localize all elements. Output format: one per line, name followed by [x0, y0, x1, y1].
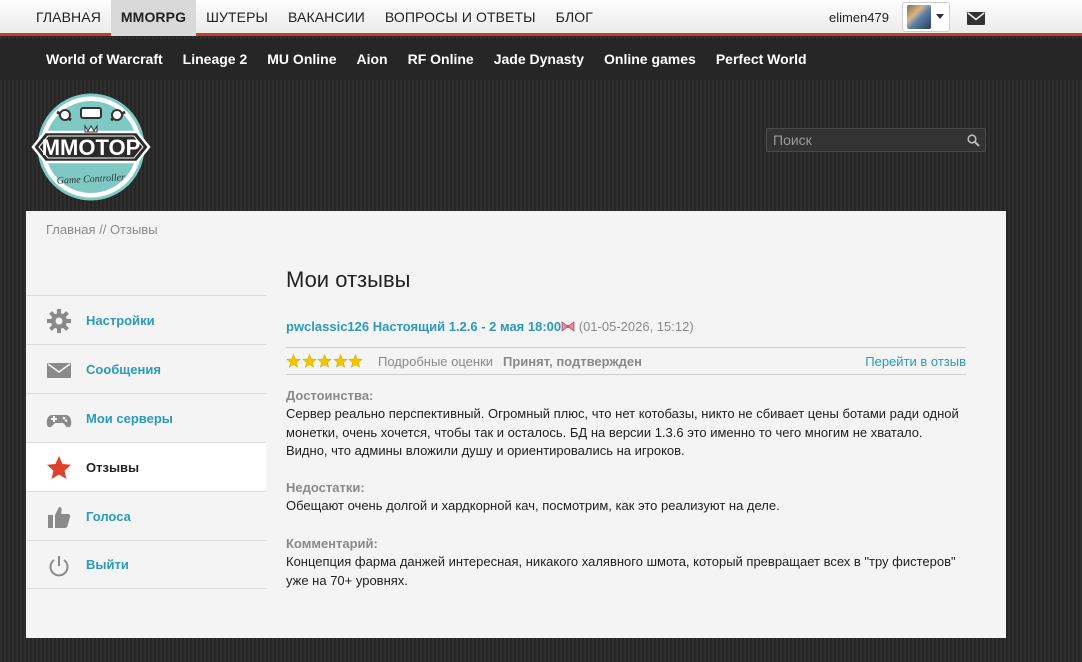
pros-text: Сервер реально перспективный. Огромный п… — [286, 406, 959, 458]
gear-icon — [47, 309, 71, 333]
subnav-item-lineage2[interactable]: Lineage 2 — [173, 39, 258, 80]
rating-star-icon — [348, 354, 363, 368]
comment-section: Комментарий: Концепция фарма данжей инте… — [286, 535, 966, 590]
pros-title: Достоинства: — [286, 388, 374, 403]
review-meta-row: Подробные оценки Принят, подтвержден Пер… — [286, 347, 966, 375]
mail-icon[interactable] — [967, 12, 985, 25]
rating-star-icon — [301, 354, 317, 368]
envelope-icon — [47, 363, 71, 378]
power-icon — [49, 556, 69, 577]
nav-item-home[interactable]: ГЛАВНАЯ — [26, 0, 111, 36]
sidebar-item-my-servers[interactable]: Мои серверы — [26, 393, 266, 442]
search-input[interactable] — [767, 129, 957, 151]
sidebar-item-messages[interactable]: Сообщения — [26, 344, 266, 393]
sidebar-item-label: Голоса — [86, 508, 131, 524]
subnav-item-mu-online[interactable]: MU Online — [257, 39, 346, 80]
main-panel: Главная // Отзывы Настройки Сообщения Мо… — [26, 211, 1006, 638]
sidebar-item-label: Отзывы — [86, 459, 140, 475]
sidebar-item-reviews[interactable]: Отзывы — [26, 442, 266, 491]
breadcrumb-separator: // — [95, 222, 110, 237]
subnav-item-jade-dynasty[interactable]: Jade Dynasty — [484, 39, 594, 80]
comment-title: Комментарий: — [286, 536, 378, 551]
games-menu: World of Warcraft Lineage 2 MU Online Ai… — [36, 39, 817, 80]
rating-star-icon — [332, 354, 348, 368]
sidebar-item-settings[interactable]: Настройки — [26, 295, 266, 344]
user-menu-button[interactable] — [902, 2, 950, 32]
rating-stars — [286, 354, 364, 368]
subnav-item-online-games[interactable]: Online games — [594, 39, 706, 80]
status-badge: Принят, подтвержден — [503, 354, 642, 369]
site-logo[interactable]: MMOTOP Game Controller — [27, 90, 155, 202]
breadcrumb: Главная // Отзывы — [46, 222, 158, 237]
subnav-item-rf-online[interactable]: RF Online — [398, 39, 484, 80]
rating-star-icon — [286, 354, 301, 368]
profile-sidebar: Настройки Сообщения Мои серверы Отзывы Г… — [26, 295, 266, 589]
sidebar-item-votes[interactable]: Голоса — [26, 491, 266, 540]
nav-item-vacancies[interactable]: ВАКАНСИИ — [278, 0, 375, 36]
games-navigation-bar: World of Warcraft Lineage 2 MU Online Ai… — [0, 39, 1082, 80]
review-server-link[interactable]: pwclassic126 Настоящий 1.2.6 - 2 мая 18:… — [286, 319, 575, 334]
main-menu: ГЛАВНАЯ MMORPG ШУТЕРЫ ВАКАНСИИ ВОПРОСЫ И… — [26, 0, 603, 36]
top-navigation-bar: ГЛАВНАЯ MMORPG ШУТЕРЫ ВАКАНСИИ ВОПРОСЫ И… — [0, 0, 1082, 36]
nav-item-faq[interactable]: ВОПРОСЫ И ОТВЕТЫ — [375, 0, 546, 36]
page-title: Мои отзывы — [286, 267, 411, 292]
username-label[interactable]: elimen479 — [829, 0, 889, 36]
subnav-item-perfect-world[interactable]: Perfect World — [706, 39, 817, 80]
logo-text: MMOTOP — [42, 135, 141, 160]
cons-title: Недостатки: — [286, 480, 365, 495]
go-to-review-link[interactable]: Перейти в отзыв — [865, 354, 966, 369]
search-icon[interactable] — [967, 134, 980, 147]
caret-down-icon — [936, 14, 944, 19]
review-server-link-text: pwclassic126 Настоящий 1.2.6 - 2 мая 18:… — [286, 319, 562, 334]
subnav-item-aion[interactable]: Aion — [347, 39, 398, 80]
pros-section: Достоинства: Сервер реально перспективны… — [286, 387, 966, 461]
search-box — [766, 128, 986, 152]
sidebar-item-label: Выйти — [86, 557, 129, 572]
breadcrumb-home[interactable]: Главная — [46, 222, 95, 237]
cons-section: Недостатки: Обещают очень долгой и хардк… — [286, 479, 966, 516]
breadcrumb-current: Отзывы — [109, 222, 158, 237]
subnav-item-wow[interactable]: World of Warcraft — [36, 39, 173, 80]
review-header: pwclassic126 Настоящий 1.2.6 - 2 мая 18:… — [286, 319, 694, 334]
bow-icon — [561, 321, 575, 332]
review-date: (01-05-2026, 15:12) — [578, 319, 694, 334]
comment-text: Концепция фарма данжей интересная, никак… — [286, 554, 956, 588]
sidebar-item-label: Настройки — [86, 312, 155, 328]
nav-item-shooters[interactable]: ШУТЕРЫ — [196, 0, 278, 36]
sidebar-item-logout[interactable]: Выйти — [26, 540, 266, 589]
gamepad-icon — [46, 415, 72, 428]
avatar — [907, 5, 931, 29]
sidebar-item-label: Сообщения — [86, 361, 161, 377]
sidebar-item-label: Мои серверы — [86, 410, 173, 426]
nav-item-mmorpg[interactable]: MMORPG — [110, 0, 197, 36]
thumbs-up-icon — [48, 507, 71, 528]
nav-item-blog[interactable]: БЛОГ — [546, 0, 603, 36]
cons-text: Обещают очень долгой и хардкорной кач, п… — [286, 498, 780, 513]
star-icon — [47, 456, 71, 479]
detailed-ratings-link[interactable]: Подробные оценки — [378, 354, 493, 369]
rating-star-icon — [317, 354, 332, 368]
